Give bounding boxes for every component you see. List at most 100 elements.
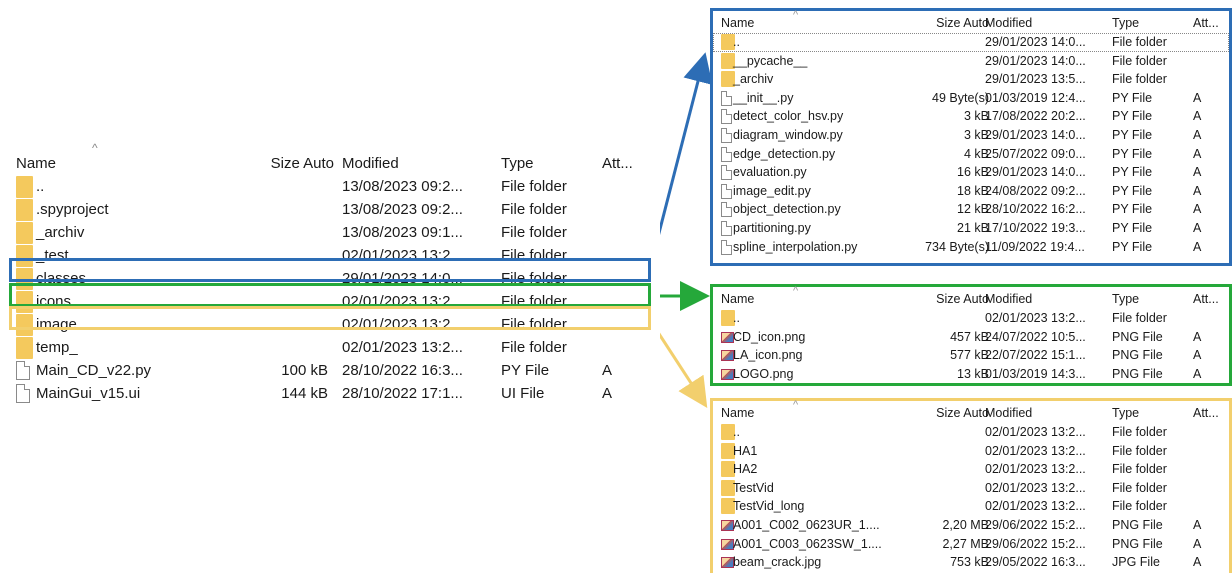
column-type-header[interactable]: Type	[1112, 16, 1139, 30]
file-row[interactable]: partitioning.py 21 kB 17/10/2022 19:3... PY…	[713, 219, 1229, 238]
column-size-header[interactable]: Size Auto	[936, 406, 989, 420]
file-row[interactable]: CD_icon.png 457 kB 24/07/2022 10:5... PNG F…	[713, 328, 1229, 347]
folder-row[interactable]: TestVid_long 02/01/2023 13:2... File folde…	[713, 497, 1229, 516]
column-type-header[interactable]: Type	[1112, 406, 1139, 420]
folder-row[interactable]: .. 02/01/2023 13:2... File folder	[713, 423, 1229, 442]
folder-row[interactable]: .spyproject 13/08/2023 09:2... File folder	[8, 198, 660, 221]
file-row[interactable]: __init__.py 49 Byte(s) 01/03/2019 12:4... P…	[713, 89, 1229, 108]
column-size-header[interactable]: Size Auto	[271, 155, 334, 172]
folder-row[interactable]: classes 29/01/2023 14:0... File folder	[8, 267, 660, 290]
column-type-header[interactable]: Type	[501, 155, 534, 172]
file-row[interactable]: detect_color_hsv.py 3 kB 17/08/2022 20:2..…	[713, 107, 1229, 126]
file-attributes: A	[1193, 127, 1202, 142]
file-row[interactable]: spline_interpolation.py 734 Byte(s) 11/09/…	[713, 238, 1229, 257]
column-name-header[interactable]: Name	[721, 406, 754, 420]
file-name: edge_detection.py	[733, 146, 836, 161]
file-row[interactable]: Main_CD_v22.py 100 kB 28/10/2022 16:3... PY…	[8, 359, 660, 382]
file-size: 144 kB	[281, 385, 328, 402]
folder-row[interactable]: _archiv 13/08/2023 09:1... File folder	[8, 221, 660, 244]
column-modified-header[interactable]: Modified	[342, 155, 399, 172]
file-name: TestVid	[733, 480, 774, 495]
column-attr-header[interactable]: Att...	[1193, 406, 1219, 420]
image-rows: .. 02/01/2023 13:2... File folder HA1 02/01/…	[713, 423, 1229, 572]
file-row[interactable]: A001_C002_0623UR_1.... 2,20 MB 29/06/2022 …	[713, 516, 1229, 535]
file-name: ..	[733, 35, 740, 49]
folder-row[interactable]: _archiv 29/01/2023 13:5... File folder	[713, 70, 1229, 89]
file-type: UI File	[501, 385, 545, 402]
folder-row[interactable]: .. 02/01/2023 13:2... File folder	[713, 309, 1229, 328]
column-name-header[interactable]: Name	[16, 155, 56, 172]
file-row[interactable]: image_edit.py 18 kB 24/08/2022 09:2... PY F…	[713, 182, 1229, 201]
column-modified-header[interactable]: Modified	[985, 292, 1032, 306]
column-name-header[interactable]: Name	[721, 16, 754, 30]
column-attr-header[interactable]: Att...	[1193, 292, 1219, 306]
folder-row[interactable]: .. 29/01/2023 14:0... File folder	[713, 33, 1229, 52]
file-modified: 02/01/2023 13:2...	[342, 339, 463, 356]
file-row[interactable]: beam_crack.jpg 753 kB 29/05/2022 16:3... JP…	[713, 553, 1229, 572]
folder-row[interactable]: temp_ 02/01/2023 13:2... File folder	[8, 336, 660, 359]
sort-ascending-icon: ^	[793, 9, 799, 21]
file-name: HA1	[733, 443, 758, 458]
file-type: File folder	[501, 178, 567, 195]
file-modified: 24/07/2022 10:5...	[985, 329, 1086, 344]
file-name: ..	[733, 311, 740, 325]
folder-row[interactable]: TestVid 02/01/2023 13:2... File folder	[713, 479, 1229, 498]
file-row[interactable]: MainGui_v15.ui 144 kB 28/10/2022 17:1... UI…	[8, 382, 660, 405]
file-type: PY File	[1112, 165, 1153, 180]
file-row[interactable]: A001_C003_0623SW_1.... 2,27 MB 29/06/2022 …	[713, 535, 1229, 554]
column-modified-header[interactable]: Modified	[985, 406, 1032, 420]
file-row[interactable]: object_detection.py 12 kB 28/10/2022 16:2.…	[713, 200, 1229, 219]
file-type: PY File	[1112, 239, 1153, 254]
file-modified: 02/01/2023 13:2...	[342, 316, 463, 333]
file-name: ..	[36, 178, 45, 195]
column-header-row: ^ Name Size Auto Modified Type Att...	[8, 135, 660, 175]
file-row[interactable]: LOGO.png 13 kB 01/03/2019 14:3... PNG File A	[713, 365, 1229, 384]
folder-row[interactable]: .. 13/08/2023 09:2... File folder	[8, 175, 660, 198]
file-name: MainGui_v15.ui	[36, 385, 141, 402]
file-modified: 13/08/2023 09:1...	[342, 224, 463, 241]
file-row[interactable]: evaluation.py 16 kB 29/01/2023 14:0... PY F…	[713, 163, 1229, 182]
file-size: 577 kB	[950, 348, 989, 363]
folder-row[interactable]: image 02/01/2023 13:2... File folder	[8, 313, 660, 336]
file-attributes: A	[1193, 109, 1202, 124]
file-type: PNG File	[1112, 517, 1163, 532]
file-attributes: A	[1193, 202, 1202, 217]
file-row[interactable]: edge_detection.py 4 kB 25/07/2022 09:0... P…	[713, 145, 1229, 164]
column-size-header[interactable]: Size Auto	[936, 292, 989, 306]
file-modified: 02/01/2023 13:2...	[342, 247, 463, 264]
main-file-list: ^ Name Size Auto Modified Type Att... ..…	[8, 135, 660, 405]
file-type: PY File	[1112, 127, 1153, 142]
column-modified-header[interactable]: Modified	[985, 16, 1032, 30]
folder-row[interactable]: icons 02/01/2023 13:2... File folder	[8, 290, 660, 313]
file-modified: 22/07/2022 15:1...	[985, 348, 1086, 363]
folder-row[interactable]: _test 02/01/2023 13:2... File folder	[8, 244, 660, 267]
folder-row[interactable]: __pycache__ 29/01/2023 14:0... File folder	[713, 52, 1229, 71]
column-attr-header[interactable]: Att...	[602, 155, 633, 172]
file-modified: 02/01/2023 13:2...	[985, 499, 1086, 514]
file-modified: 28/10/2022 16:3...	[342, 362, 463, 379]
file-modified: 29/01/2023 14:0...	[985, 165, 1086, 180]
file-modified: 02/01/2023 13:2...	[985, 443, 1086, 458]
file-size: 753 kB	[950, 555, 989, 570]
file-attributes: A	[1193, 536, 1202, 551]
file-modified: 01/03/2019 14:3...	[985, 366, 1086, 381]
column-size-header[interactable]: Size Auto	[936, 16, 989, 30]
folder-row[interactable]: HA1 02/01/2023 13:2... File folder	[713, 442, 1229, 461]
column-type-header[interactable]: Type	[1112, 292, 1139, 306]
file-type: File folder	[501, 201, 567, 218]
file-attributes: A	[1193, 165, 1202, 180]
column-name-header[interactable]: Name	[721, 292, 754, 306]
file-name: A001_C002_0623UR_1....	[733, 517, 880, 532]
file-type: PY File	[1112, 202, 1153, 217]
file-type: File folder	[1112, 35, 1167, 49]
file-size: 734 Byte(s)	[925, 239, 989, 254]
column-attr-header[interactable]: Att...	[1193, 16, 1219, 30]
file-type: File folder	[501, 247, 567, 264]
file-row[interactable]: diagram_window.py 3 kB 29/01/2023 14:0... P…	[713, 126, 1229, 145]
file-type: PY File	[501, 362, 550, 379]
file-name: Main_CD_v22.py	[36, 362, 152, 379]
file-name: classes	[36, 270, 87, 287]
folder-row[interactable]: HA2 02/01/2023 13:2... File folder	[713, 460, 1229, 479]
file-type: JPG File	[1112, 555, 1160, 570]
file-row[interactable]: LA_icon.png 577 kB 22/07/2022 15:1... PNG F…	[713, 346, 1229, 365]
